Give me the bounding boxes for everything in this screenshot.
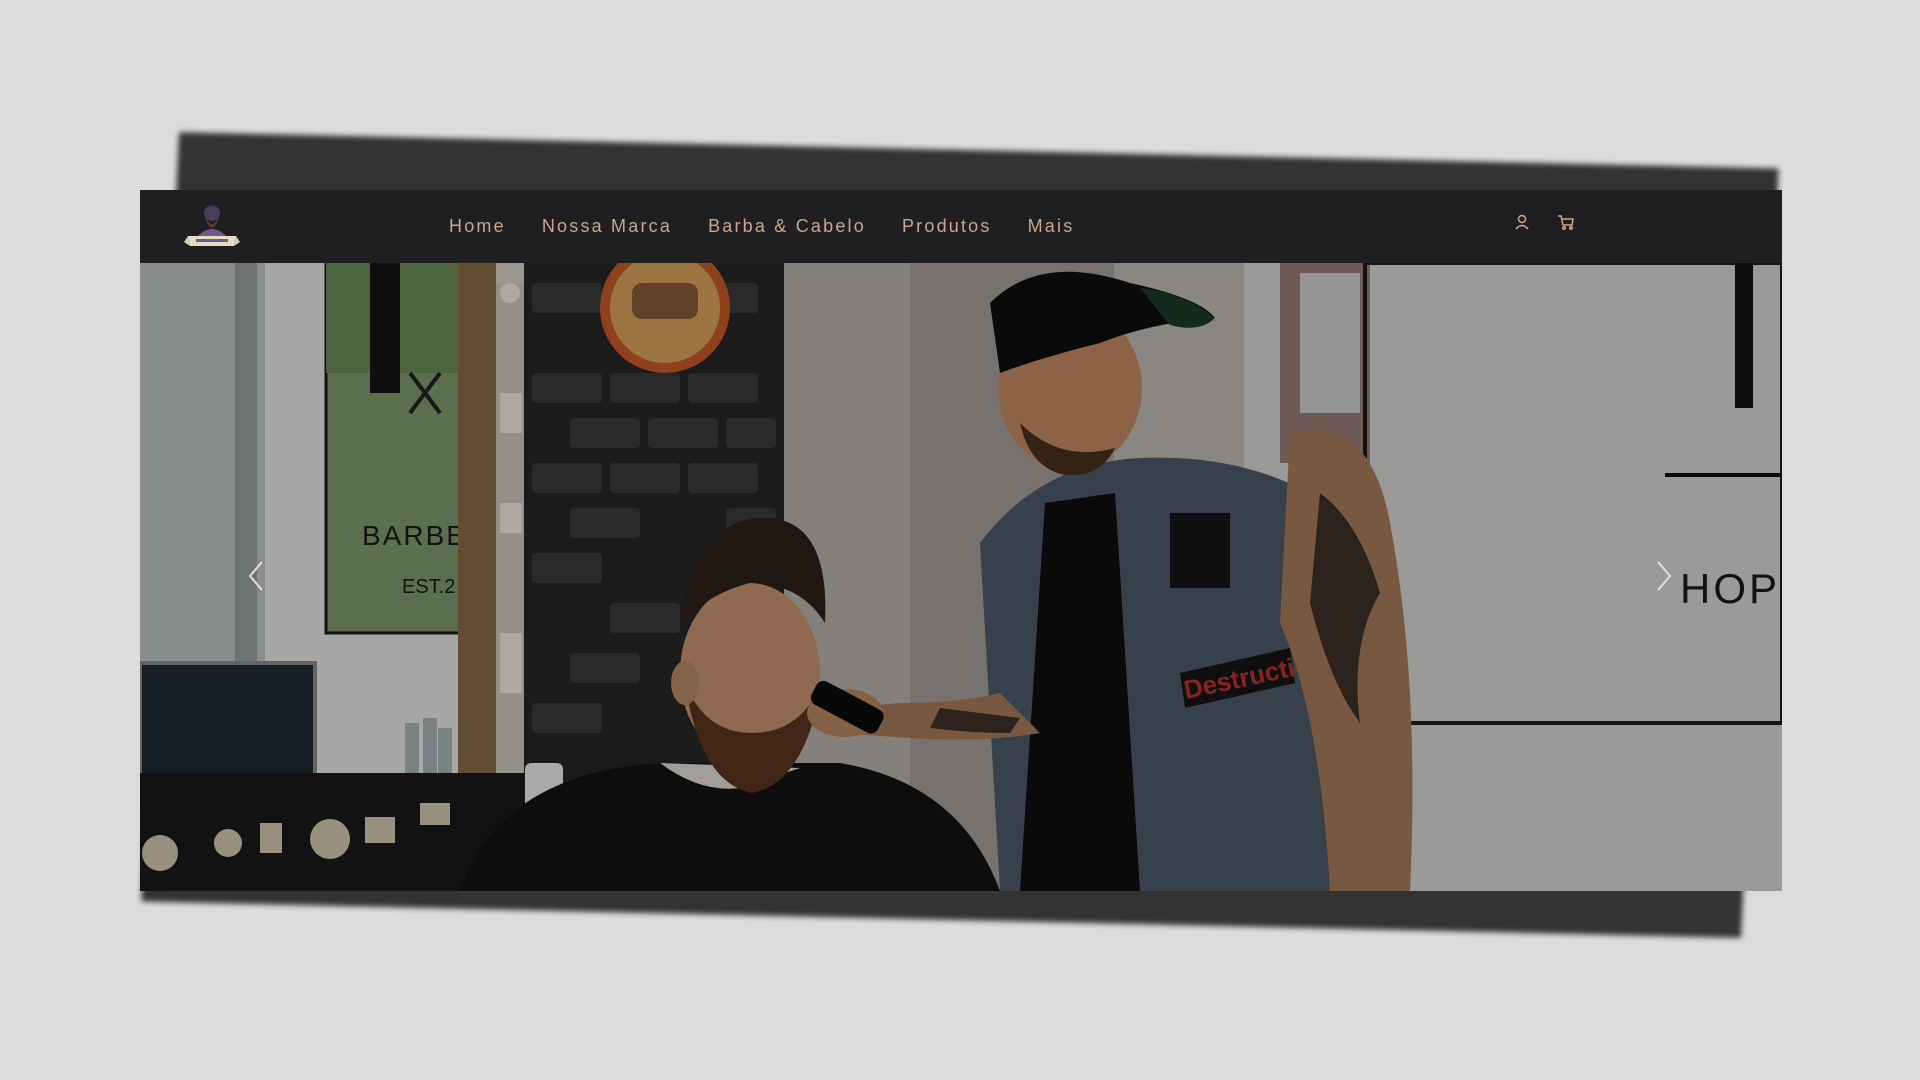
nav-link-home[interactable]: Home — [449, 216, 506, 237]
nav-link-nossa-marca[interactable]: Nossa Marca — [542, 216, 672, 237]
right-sign-text: HOP — [1680, 565, 1780, 612]
hero-slider: BARBER EST.2 HOP Destruction — [140, 263, 1782, 891]
nav-link-produtos[interactable]: Produtos — [902, 216, 992, 237]
user-icon[interactable] — [1512, 212, 1532, 232]
window-sign-subtext: EST.2 — [402, 576, 455, 598]
chevron-right-icon[interactable] — [1648, 556, 1678, 596]
website-mockup: Home Nossa Marca Barba & Cabelo Produtos… — [140, 190, 1782, 891]
chevron-left-icon[interactable] — [242, 556, 272, 596]
nav-link-mais[interactable]: Mais — [1028, 216, 1075, 237]
nav-actions — [1512, 212, 1576, 232]
nav-link-barba-cabelo[interactable]: Barba & Cabelo — [708, 216, 866, 237]
top-navbar: Home Nossa Marca Barba & Cabelo Produtos… — [140, 190, 1782, 263]
cart-icon[interactable] — [1556, 212, 1576, 232]
main-menu: Home Nossa Marca Barba & Cabelo Produtos… — [449, 190, 1110, 263]
hero-image: BARBER EST.2 HOP Destruction — [140, 263, 1782, 891]
barber-shop-logo[interactable] — [184, 196, 240, 256]
